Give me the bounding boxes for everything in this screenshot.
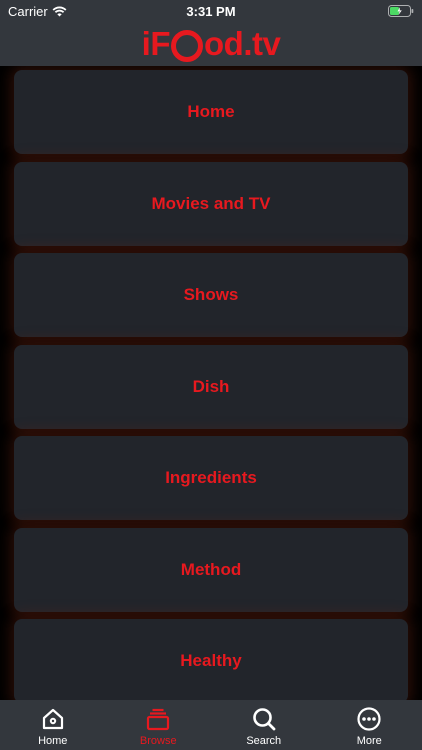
more-icon	[357, 707, 381, 731]
menu-item-label: Ingredients	[165, 468, 257, 487]
menu-item-ingredients[interactable]: Ingredients	[14, 436, 408, 520]
menu-item-label: Method	[180, 560, 242, 579]
logo-ring-icon	[171, 30, 203, 62]
tab-search[interactable]: Search	[211, 700, 317, 750]
search-icon	[252, 708, 276, 731]
menu-item-label: Movies and TV	[151, 194, 271, 213]
menu-item-label: Dish	[192, 377, 230, 396]
status-time: 3:31 PM	[186, 4, 236, 19]
browse-icon	[147, 708, 170, 731]
menu-item-home[interactable]: Home	[14, 70, 408, 154]
menu-item-label: Healthy	[180, 651, 242, 670]
tab-home[interactable]: Home	[0, 700, 106, 750]
menu-item-healthy[interactable]: Healthy	[14, 619, 408, 700]
tab-label: Search	[246, 735, 282, 747]
tab-label: Home	[38, 735, 68, 747]
tab-label: More	[356, 735, 382, 747]
menu-item-dish[interactable]: Dish	[14, 345, 408, 429]
menu-item-label: Home	[187, 102, 235, 121]
tab-label: Browse	[139, 735, 177, 747]
menu-item-method[interactable]: Method	[14, 528, 408, 612]
ifood-logo: iF od.tv	[142, 25, 281, 63]
status-bar: Carrier 3:31 PM	[0, 0, 422, 22]
tab-browse[interactable]: Browse	[106, 700, 212, 750]
app-header: iF od.tv	[0, 22, 422, 66]
tab-bar: Home Browse Search More	[0, 700, 422, 750]
logo-text-suffix: od.tv	[204, 25, 281, 62]
home-icon	[42, 708, 63, 730]
menu-item-label: Shows	[183, 285, 239, 304]
browse-menu: Home Movies and TV Shows Dish Ingredient…	[0, 66, 422, 700]
logo-text-prefix: iF	[141, 25, 171, 62]
tab-more[interactable]: More	[317, 700, 422, 750]
battery-icon	[388, 5, 414, 20]
menu-item-shows[interactable]: Shows	[14, 253, 408, 337]
menu-item-movies-and-tv[interactable]: Movies and TV	[14, 162, 408, 246]
